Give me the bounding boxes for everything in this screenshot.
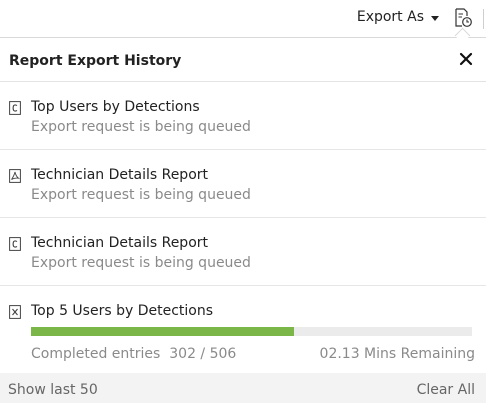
- panel-title: Report Export History: [9, 53, 182, 69]
- panel-header: Report Export History: [0, 38, 486, 82]
- csv-file-icon: [9, 101, 21, 115]
- export-item-title: Technician Details Report: [31, 167, 209, 183]
- export-item-status: Export request is being queued: [31, 187, 251, 203]
- export-list-item[interactable]: Technician Details Report Export request…: [0, 150, 486, 218]
- show-last-link[interactable]: Show last 50: [8, 382, 98, 398]
- export-item-status: Export request is being queued: [31, 255, 251, 271]
- export-list-item[interactable]: Technician Details Report Export request…: [0, 218, 486, 286]
- export-item-status: Export request is being queued: [31, 119, 251, 135]
- csv-file-icon: [9, 237, 21, 251]
- export-item-title: Technician Details Report: [31, 235, 209, 251]
- export-list-item[interactable]: Top 5 Users by Detections Completed entr…: [0, 286, 486, 378]
- pdf-file-icon: [9, 169, 21, 183]
- panel-footer: Show last 50 Clear All: [0, 373, 486, 403]
- export-item-title: Top Users by Detections: [31, 99, 200, 115]
- close-icon: [459, 52, 473, 66]
- toolbar-divider: [483, 9, 484, 29]
- excel-file-icon: [9, 305, 21, 319]
- report-history-icon: [455, 8, 472, 27]
- caret-down-icon: [431, 15, 439, 21]
- top-toolbar: Export As: [0, 0, 486, 37]
- export-as-dropdown[interactable]: Export As: [357, 9, 439, 25]
- export-progress-fill: [31, 327, 295, 336]
- export-history-panel: Report Export History Top Users by Detec…: [0, 37, 486, 403]
- completed-entries-value: 302 / 506: [169, 346, 237, 362]
- time-remaining: 02.13 Mins Remaining: [319, 346, 475, 362]
- completed-entries: Completed entries 302 / 506: [31, 346, 236, 362]
- clear-all-link[interactable]: Clear All: [417, 382, 475, 398]
- report-history-button[interactable]: [452, 7, 474, 29]
- export-item-title: Top 5 Users by Detections: [31, 303, 214, 319]
- export-list-item[interactable]: Top Users by Detections Export request i…: [0, 82, 486, 150]
- export-progress-bar: [31, 327, 472, 336]
- export-as-label: Export As: [356, 9, 424, 25]
- close-button[interactable]: [458, 51, 474, 67]
- completed-entries-label: Completed entries: [31, 346, 161, 362]
